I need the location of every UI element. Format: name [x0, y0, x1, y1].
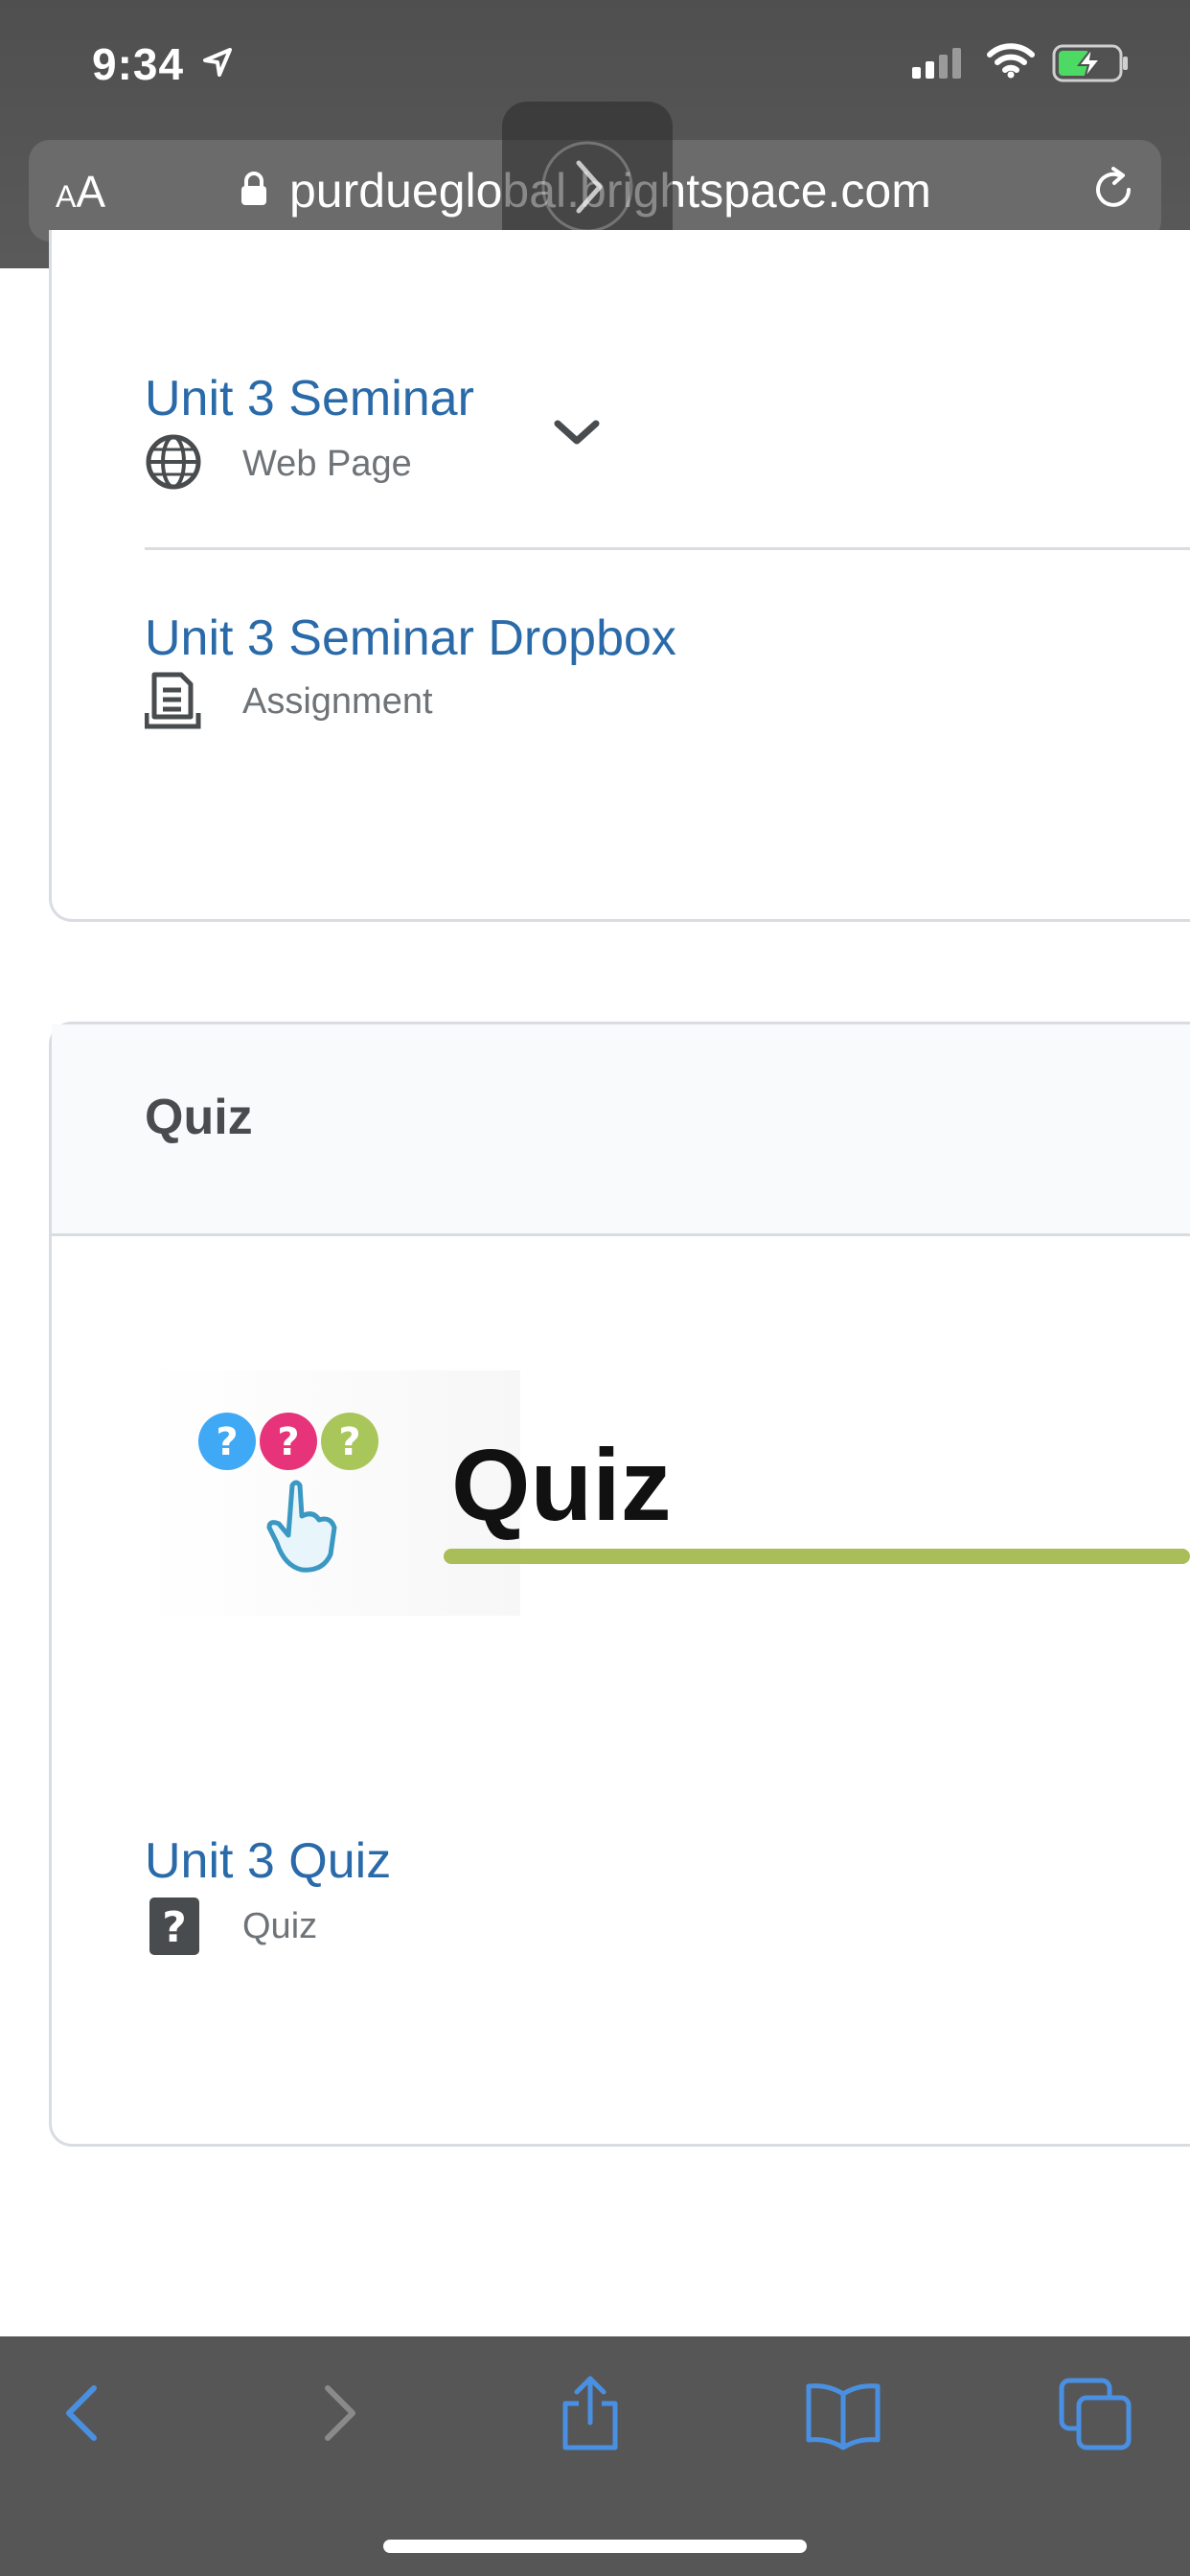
back-icon[interactable]	[56, 2375, 109, 2451]
svg-text:?: ?	[338, 1420, 360, 1464]
quiz-banner-image: ? ? ? Quiz	[145, 1370, 1190, 1616]
item-type-label: Assignment	[242, 681, 433, 722]
banner-accent-line	[444, 1549, 1190, 1564]
content-card	[49, 230, 1190, 922]
share-icon[interactable]	[554, 2375, 627, 2451]
svg-text:?: ?	[216, 1420, 238, 1464]
item-link-unit-3-quiz[interactable]: Unit 3 Quiz	[145, 1830, 391, 1892]
item-divider	[145, 547, 1190, 550]
status-time: 9:34	[92, 39, 185, 89]
cellular-signal-icon	[912, 48, 961, 79]
location-arrow-icon	[203, 48, 232, 77]
svg-text:?: ?	[277, 1420, 299, 1464]
item-link-unit-3-seminar[interactable]: Unit 3 Seminar	[145, 368, 474, 429]
forward-icon[interactable]	[312, 2375, 366, 2451]
quiz-question-icon: ?	[149, 1898, 199, 1955]
battery-charging-icon	[1052, 44, 1128, 82]
forward-icon	[541, 141, 633, 233]
reload-icon[interactable]	[1087, 163, 1140, 217]
chevron-down-icon[interactable]	[550, 414, 604, 452]
tabs-icon[interactable]	[1058, 2375, 1134, 2451]
globe-icon	[146, 434, 201, 490]
lock-icon	[241, 172, 266, 205]
item-type-label: Web Page	[242, 444, 412, 484]
item-type-label: Quiz	[242, 1906, 318, 1946]
item-link-unit-3-seminar-dropbox[interactable]: Unit 3 Seminar Dropbox	[145, 608, 676, 669]
quiz-banner-text: Quiz	[451, 1429, 672, 1542]
bookmarks-icon[interactable]	[803, 2375, 883, 2451]
assignment-icon	[145, 672, 201, 729]
quiz-section-title: Quiz	[145, 1090, 253, 1145]
home-indicator	[383, 2540, 807, 2553]
wifi-icon	[987, 43, 1035, 79]
svg-text:?: ?	[162, 1903, 187, 1952]
text-size-button[interactable]: AA	[56, 163, 105, 225]
question-bubbles-icon: ? ? ?	[198, 1413, 378, 1573]
